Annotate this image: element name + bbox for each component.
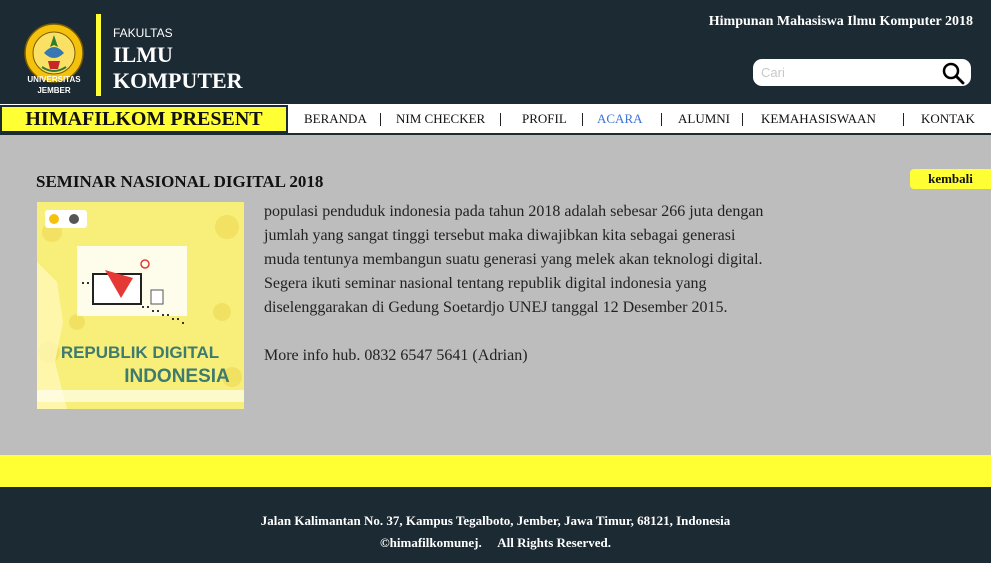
logo-caption: UNIVERSITAS JEMBER bbox=[14, 74, 94, 96]
nav-item-profil[interactable]: PROFIL bbox=[522, 111, 567, 127]
poster-line1: REPUBLIK DIGITAL bbox=[61, 343, 219, 362]
faculty-label: FAKULTAS bbox=[113, 26, 173, 40]
header-divider bbox=[96, 14, 101, 96]
nav-item-beranda[interactable]: BERANDA bbox=[304, 111, 367, 127]
nav-separator bbox=[661, 113, 662, 126]
logo-caption-line: UNIVERSITAS bbox=[27, 75, 81, 84]
footer-band bbox=[0, 455, 991, 487]
event-description: populasi penduduk indonesia pada tahun 2… bbox=[264, 200, 764, 368]
faculty-name-line: ILMU bbox=[113, 42, 173, 67]
nav-separator bbox=[742, 113, 743, 126]
search-icon[interactable] bbox=[941, 61, 965, 85]
nav-item-acara[interactable]: ACARA bbox=[597, 111, 643, 127]
nav-separator bbox=[380, 113, 381, 126]
nav-item-nim-checker[interactable]: NIM CHECKER bbox=[396, 111, 485, 127]
nav-separator bbox=[582, 113, 583, 126]
nav-item-kemahasiswaan[interactable]: KEMAHASISWAAN bbox=[761, 111, 876, 127]
event-title: SEMINAR NASIONAL DIGITAL 2018 bbox=[36, 172, 324, 191]
faculty-name-line: KOMPUTER bbox=[113, 68, 243, 93]
org-title: Himpunan Mahasiswa Ilmu Komputer 2018 bbox=[708, 14, 973, 29]
search-box bbox=[753, 59, 971, 86]
event-poster: REPUBLIK DIGITAL INDONESIA bbox=[37, 202, 244, 409]
site-footer: Jalan Kalimantan No. 37, Kampus Tegalbot… bbox=[0, 487, 991, 563]
faculty-name: ILMU KOMPUTER bbox=[113, 42, 243, 94]
logo-caption-line: JEMBER bbox=[37, 86, 71, 95]
brand-label[interactable]: HIMAFILKOM PRESENT bbox=[0, 105, 288, 133]
nav-item-alumni[interactable]: ALUMNI bbox=[678, 111, 730, 127]
back-button[interactable]: kembali bbox=[910, 169, 991, 189]
search-input[interactable] bbox=[761, 63, 939, 82]
site-header: UNIVERSITAS JEMBER FAKULTAS ILMU KOMPUTE… bbox=[0, 0, 991, 102]
event-contact-info: More info hub. 0832 6547 5641 (Adrian) bbox=[264, 347, 528, 364]
nav-separator bbox=[903, 113, 904, 126]
nav-separator bbox=[500, 113, 501, 126]
event-body: populasi penduduk indonesia pada tahun 2… bbox=[264, 203, 764, 316]
footer-copyright: ©himafilkomunej. All Rights Reserved. bbox=[379, 535, 612, 550]
footer-address: Jalan Kalimantan No. 37, Kampus Tegalbot… bbox=[260, 513, 731, 528]
main-nav: HIMAFILKOM PRESENT BERANDA NIM CHECKER P… bbox=[0, 102, 991, 135]
poster-line2: INDONESIA bbox=[124, 366, 230, 387]
nav-item-kontak[interactable]: KONTAK bbox=[921, 111, 975, 127]
